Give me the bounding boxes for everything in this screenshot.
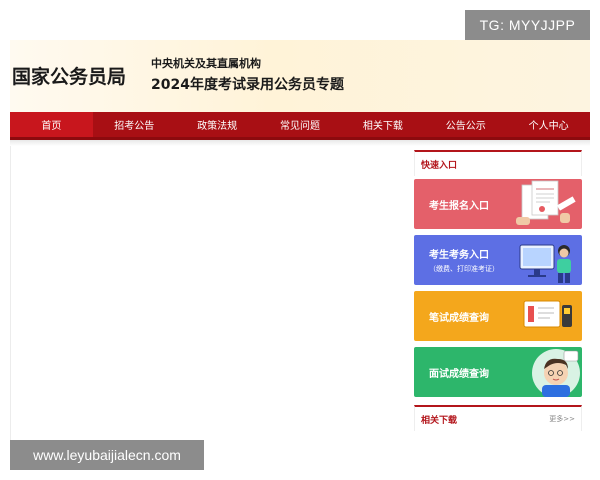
nav-item-policies[interactable]: 政策法规 xyxy=(176,112,259,137)
page: 国家公务员局 中央机关及其直属机构 2024年度考试录用公务员专题 首页 招考公… xyxy=(10,40,590,440)
person-avatar-icon xyxy=(532,349,580,397)
nav-item-faq[interactable]: 常见问题 xyxy=(259,112,342,137)
nav-item-personal-center[interactable]: 个人中心 xyxy=(507,112,590,137)
interview-score-query-button[interactable]: 面试成绩查询 xyxy=(414,347,582,397)
nav-item-home[interactable]: 首页 xyxy=(10,112,93,137)
site-banner: 国家公务员局 中央机关及其直属机构 2024年度考试录用公务员专题 xyxy=(10,40,590,112)
written-score-query-button[interactable]: 笔试成绩查询 xyxy=(414,291,582,341)
registration-entry-text: 考生报名入口 xyxy=(429,200,489,212)
exam-affairs-entry-button[interactable]: 考生考务入口 （缴费、打印准考证） xyxy=(414,235,582,285)
person-at-computer-icon xyxy=(519,244,571,283)
written-score-query-text: 笔试成绩查询 xyxy=(429,312,489,324)
quick-access-title: 快速入口 xyxy=(421,160,458,171)
document-signing-icon xyxy=(516,180,576,225)
score-sheet-icon xyxy=(523,300,572,328)
registration-entry-label: 考生报名入口 xyxy=(414,197,489,212)
watermark-url: www.leyubaijialecn.com xyxy=(10,440,204,470)
related-downloads-title: 相关下载 xyxy=(421,415,458,426)
registration-entry-button[interactable]: 考生报名入口 xyxy=(414,179,582,229)
nav-item-downloads[interactable]: 相关下载 xyxy=(341,112,424,137)
more-link[interactable]: 更多>> xyxy=(549,414,575,424)
nav-item-announcements[interactable]: 公告公示 xyxy=(424,112,507,137)
main-nav: 首页 招考公告 政策法规 常见问题 相关下载 公告公示 个人中心 xyxy=(10,112,590,140)
main-content: 快速入口 考生报名入口 考生考务入口 （缴费、打印准考证） 笔试成绩查询 面试成… xyxy=(10,146,590,440)
watermark-tg: TG: MYYJJPP xyxy=(465,10,590,40)
exam-affairs-entry-text: 考生考务入口 xyxy=(429,250,489,261)
banner-subtitle-2: 2024年度考试录用公务员专题 xyxy=(151,77,344,93)
sidebar: 快速入口 考生报名入口 考生考务入口 （缴费、打印准考证） 笔试成绩查询 面试成… xyxy=(414,150,582,431)
nav-item-recruitment-notice[interactable]: 招考公告 xyxy=(93,112,176,137)
exam-affairs-entry-label: 考生考务入口 （缴费、打印准考证） xyxy=(414,246,499,274)
site-title: 国家公务员局 xyxy=(12,66,127,88)
main-content-area xyxy=(10,146,406,440)
quick-access-header: 快速入口 xyxy=(414,150,582,176)
interview-score-query-text: 面试成绩查询 xyxy=(429,368,489,380)
written-score-query-label: 笔试成绩查询 xyxy=(414,309,489,324)
related-downloads-header: 相关下载 更多>> xyxy=(414,405,582,431)
interview-score-query-label: 面试成绩查询 xyxy=(414,365,489,380)
exam-affairs-entry-subtext: （缴费、打印准考证） xyxy=(429,265,499,273)
banner-subtitle-1: 中央机关及其直属机构 xyxy=(151,57,261,70)
